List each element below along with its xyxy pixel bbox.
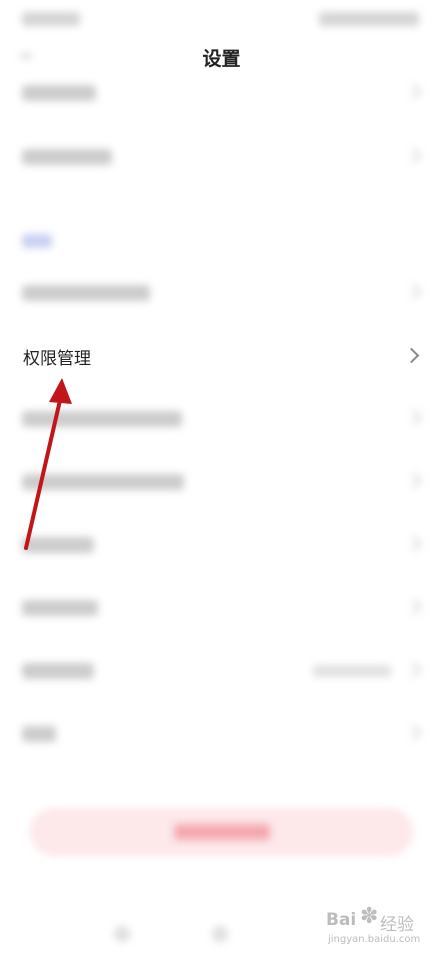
annotation-arrow <box>24 378 72 550</box>
arrow-shaft <box>24 394 63 550</box>
arrow-head <box>49 378 72 404</box>
